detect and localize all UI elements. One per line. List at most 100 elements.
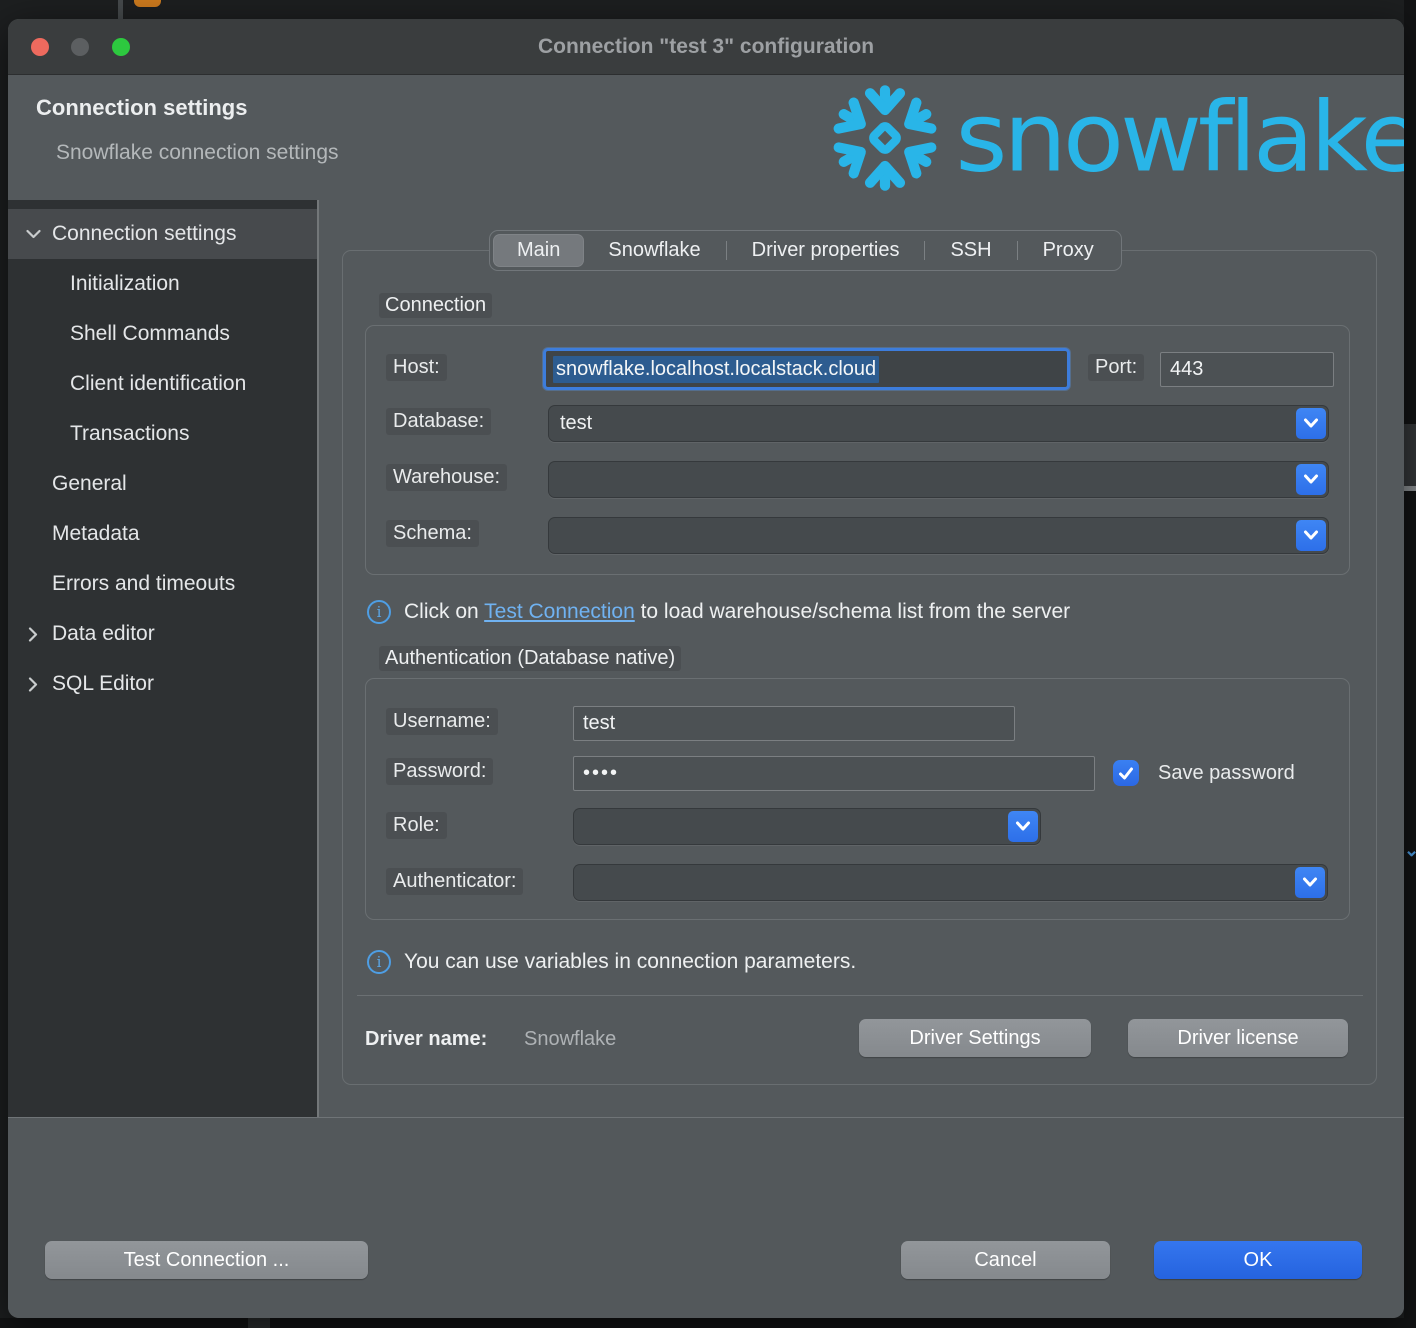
database-value: test [548,412,592,435]
header-subtitle: Snowflake connection settings [56,141,339,165]
close-window-button[interactable] [31,38,49,56]
connection-group-label: Connection [379,293,492,318]
settings-tree: Connection settings Initialization Shell… [8,200,319,1117]
auth-group: Username: test Password: •••• Save passw… [365,678,1350,920]
warehouse-label: Warehouse: [386,464,507,491]
background-divider [118,0,123,19]
warehouse-dropdown-button[interactable] [1296,464,1326,495]
snowflake-logo-icon [829,82,941,194]
sidebar-item-label: Transactions [70,422,189,446]
window-title: Connection "test 3" configuration [538,35,874,59]
schema-label: Schema: [386,520,479,547]
driver-settings-button[interactable]: Driver Settings [859,1019,1091,1057]
tab-proxy[interactable]: Proxy [1019,234,1118,267]
auth-group-label: Authentication (Database native) [379,646,681,671]
dialog-header: Connection settings Snowflake connection… [8,75,1404,200]
username-input[interactable]: test [573,706,1015,741]
info-icon [367,600,391,624]
tab-separator [924,241,925,260]
tab-main[interactable]: Main [493,234,584,267]
sidebar-item-metadata[interactable]: Metadata [8,509,317,559]
port-label: Port: [1088,354,1144,381]
background-blue-chevron-icon: ⌄ [1404,840,1416,864]
sidebar-item-data-editor[interactable]: Data editor [8,609,317,659]
driver-license-button[interactable]: Driver license [1128,1019,1348,1057]
sidebar-item-label: Shell Commands [70,322,230,346]
minimize-window-button[interactable] [71,38,89,56]
port-input[interactable]: 443 [1160,352,1334,387]
username-label: Username: [386,708,498,735]
info-icon [367,950,391,974]
cancel-button[interactable]: Cancel [901,1241,1110,1279]
connection-group: Host: snowflake.localhost.localstack.clo… [365,325,1350,575]
sidebar-item-label: Initialization [70,272,180,296]
sidebar-item-label: General [52,472,127,496]
host-value-selected-text: snowflake.localhost.localstack.cloud [553,356,879,383]
ok-button[interactable]: OK [1154,1241,1362,1279]
info-text-suffix: to load warehouse/schema list from the s… [635,600,1070,623]
background-bottom-strip [0,1318,1416,1328]
warehouse-combo[interactable] [548,461,1329,498]
sidebar-item-connection-settings[interactable]: Connection settings [8,209,317,259]
sidebar-item-label: Errors and timeouts [52,572,235,596]
driver-name-label: Driver name: [365,1028,487,1051]
database-label: Database: [386,408,491,435]
sidebar-item-transactions[interactable]: Transactions [8,409,317,459]
settings-panel: Main Snowflake Driver properties SSH Pro… [319,200,1404,1117]
dialog-body: Connection settings Initialization Shell… [8,200,1404,1117]
role-dropdown-button[interactable] [1008,811,1038,842]
info-test-connection: Click on Test Connection to load warehou… [367,600,1070,624]
sidebar-item-sql-editor[interactable]: SQL Editor [8,659,317,709]
tab-separator [1017,241,1018,260]
sidebar-item-general[interactable]: General [8,459,317,509]
save-password-label: Save password [1151,760,1302,787]
sidebar-item-label: Connection settings [52,222,236,246]
desktop-background: ⌄ Connection "test 3" configuration Conn… [0,0,1416,1328]
info-test-connection-text: Click on Test Connection to load warehou… [404,600,1070,624]
zoom-window-button[interactable] [112,38,130,56]
schema-dropdown-button[interactable] [1296,520,1326,551]
background-right-strip [1404,0,1416,1328]
background-right-line [1404,486,1416,491]
schema-combo[interactable] [548,517,1329,554]
authenticator-combo[interactable] [573,864,1328,901]
dialog-footer: Test Connection ... Cancel OK [8,1117,1404,1318]
driver-name-value: Snowflake [524,1028,616,1051]
sidebar-item-label: Metadata [52,522,140,546]
role-combo[interactable] [573,808,1041,845]
database-combo[interactable]: test [548,405,1329,442]
background-bottom-nub [248,1318,270,1328]
tab-separator [726,241,727,260]
sidebar-item-label: Client identification [70,372,246,396]
sidebar-item-initialization[interactable]: Initialization [8,259,317,309]
save-password-checkbox[interactable] [1113,760,1139,786]
authenticator-dropdown-button[interactable] [1295,867,1325,898]
password-input[interactable]: •••• [573,756,1095,791]
password-label: Password: [386,758,493,785]
role-label: Role: [386,812,447,839]
divider [357,995,1363,996]
host-input[interactable]: snowflake.localhost.localstack.cloud [543,348,1070,390]
sidebar-item-errors-and-timeouts[interactable]: Errors and timeouts [8,559,317,609]
tab-ssh[interactable]: SSH [926,234,1015,267]
sidebar-item-label: Data editor [52,622,155,646]
info-text-prefix: Click on [404,600,484,623]
sidebar-item-client-identification[interactable]: Client identification [8,359,317,409]
background-right-block [1404,424,1416,486]
tab-snowflake[interactable]: Snowflake [584,234,724,267]
database-dropdown-button[interactable] [1296,408,1326,439]
test-connection-link[interactable]: Test Connection [484,600,635,623]
title-bar: Connection "test 3" configuration [8,19,1404,75]
chevron-down-icon[interactable] [21,229,45,239]
snowflake-brand: snowflake [829,77,1404,198]
test-connection-button[interactable]: Test Connection ... [45,1241,368,1279]
info-variables-text: You can use variables in connection para… [404,950,856,974]
header-title: Connection settings [36,95,247,121]
tab-driver-properties[interactable]: Driver properties [728,234,924,267]
sidebar-item-shell-commands[interactable]: Shell Commands [8,309,317,359]
chevron-right-icon[interactable] [21,677,45,692]
authenticator-label: Authenticator: [386,868,523,895]
sidebar-item-label: SQL Editor [52,672,154,696]
snowflake-wordmark: snowflake [955,90,1404,186]
chevron-right-icon[interactable] [21,627,45,642]
